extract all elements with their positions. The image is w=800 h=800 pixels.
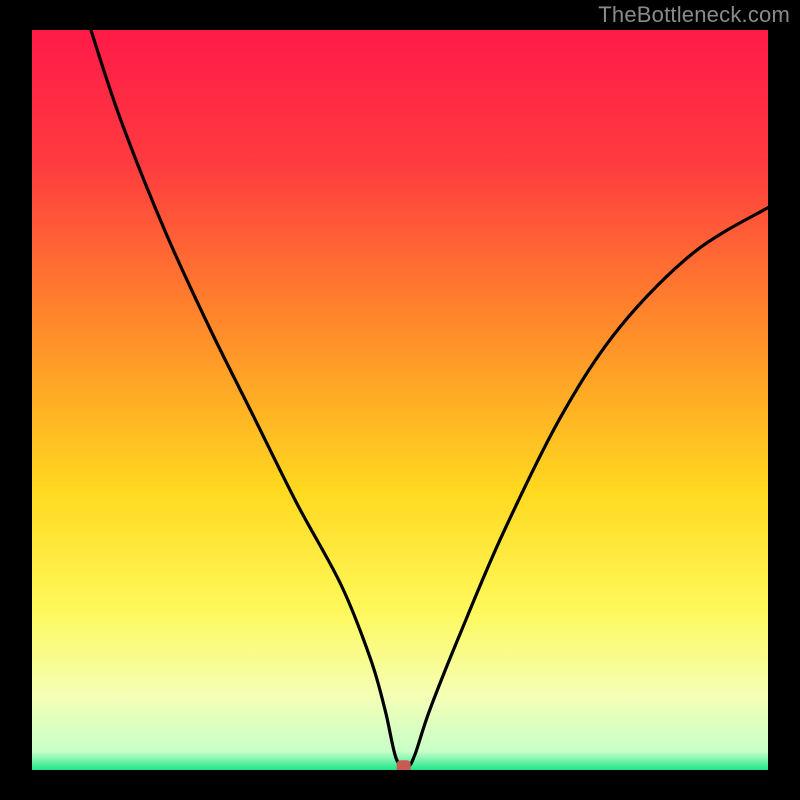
chart-frame: TheBottleneck.com	[0, 0, 800, 800]
watermark-text: TheBottleneck.com	[598, 2, 790, 28]
optimal-point-marker	[397, 760, 411, 770]
bottleneck-curve-svg	[32, 30, 768, 770]
gradient-background	[32, 30, 768, 770]
plot-area	[32, 30, 768, 770]
